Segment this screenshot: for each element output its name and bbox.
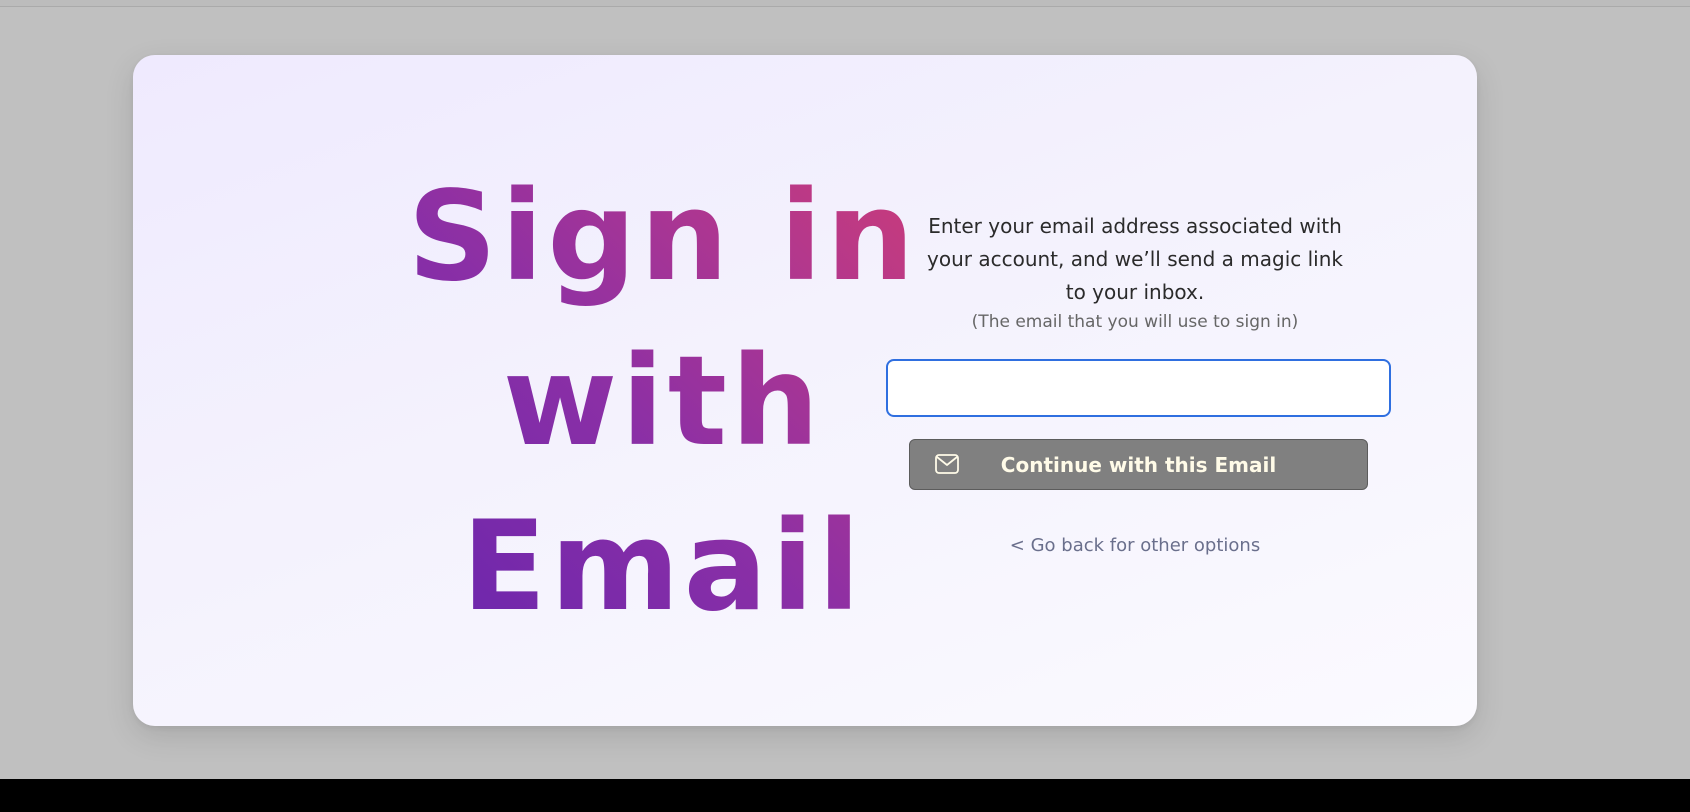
bottom-bar [0,779,1690,812]
email-form: Enter your email address associated with… [880,210,1391,556]
email-field[interactable] [886,359,1391,417]
top-edge [0,0,1690,7]
form-note: (The email that you will use to sign in) [971,312,1299,332]
envelope-icon [935,454,959,474]
go-back-link[interactable]: < Go back for other options [880,535,1390,556]
continue-with-email-button[interactable]: Continue with this Email [909,439,1368,490]
form-description: Enter your email address associated with… [927,214,1343,304]
continue-button-label: Continue with this Email [1000,452,1277,477]
